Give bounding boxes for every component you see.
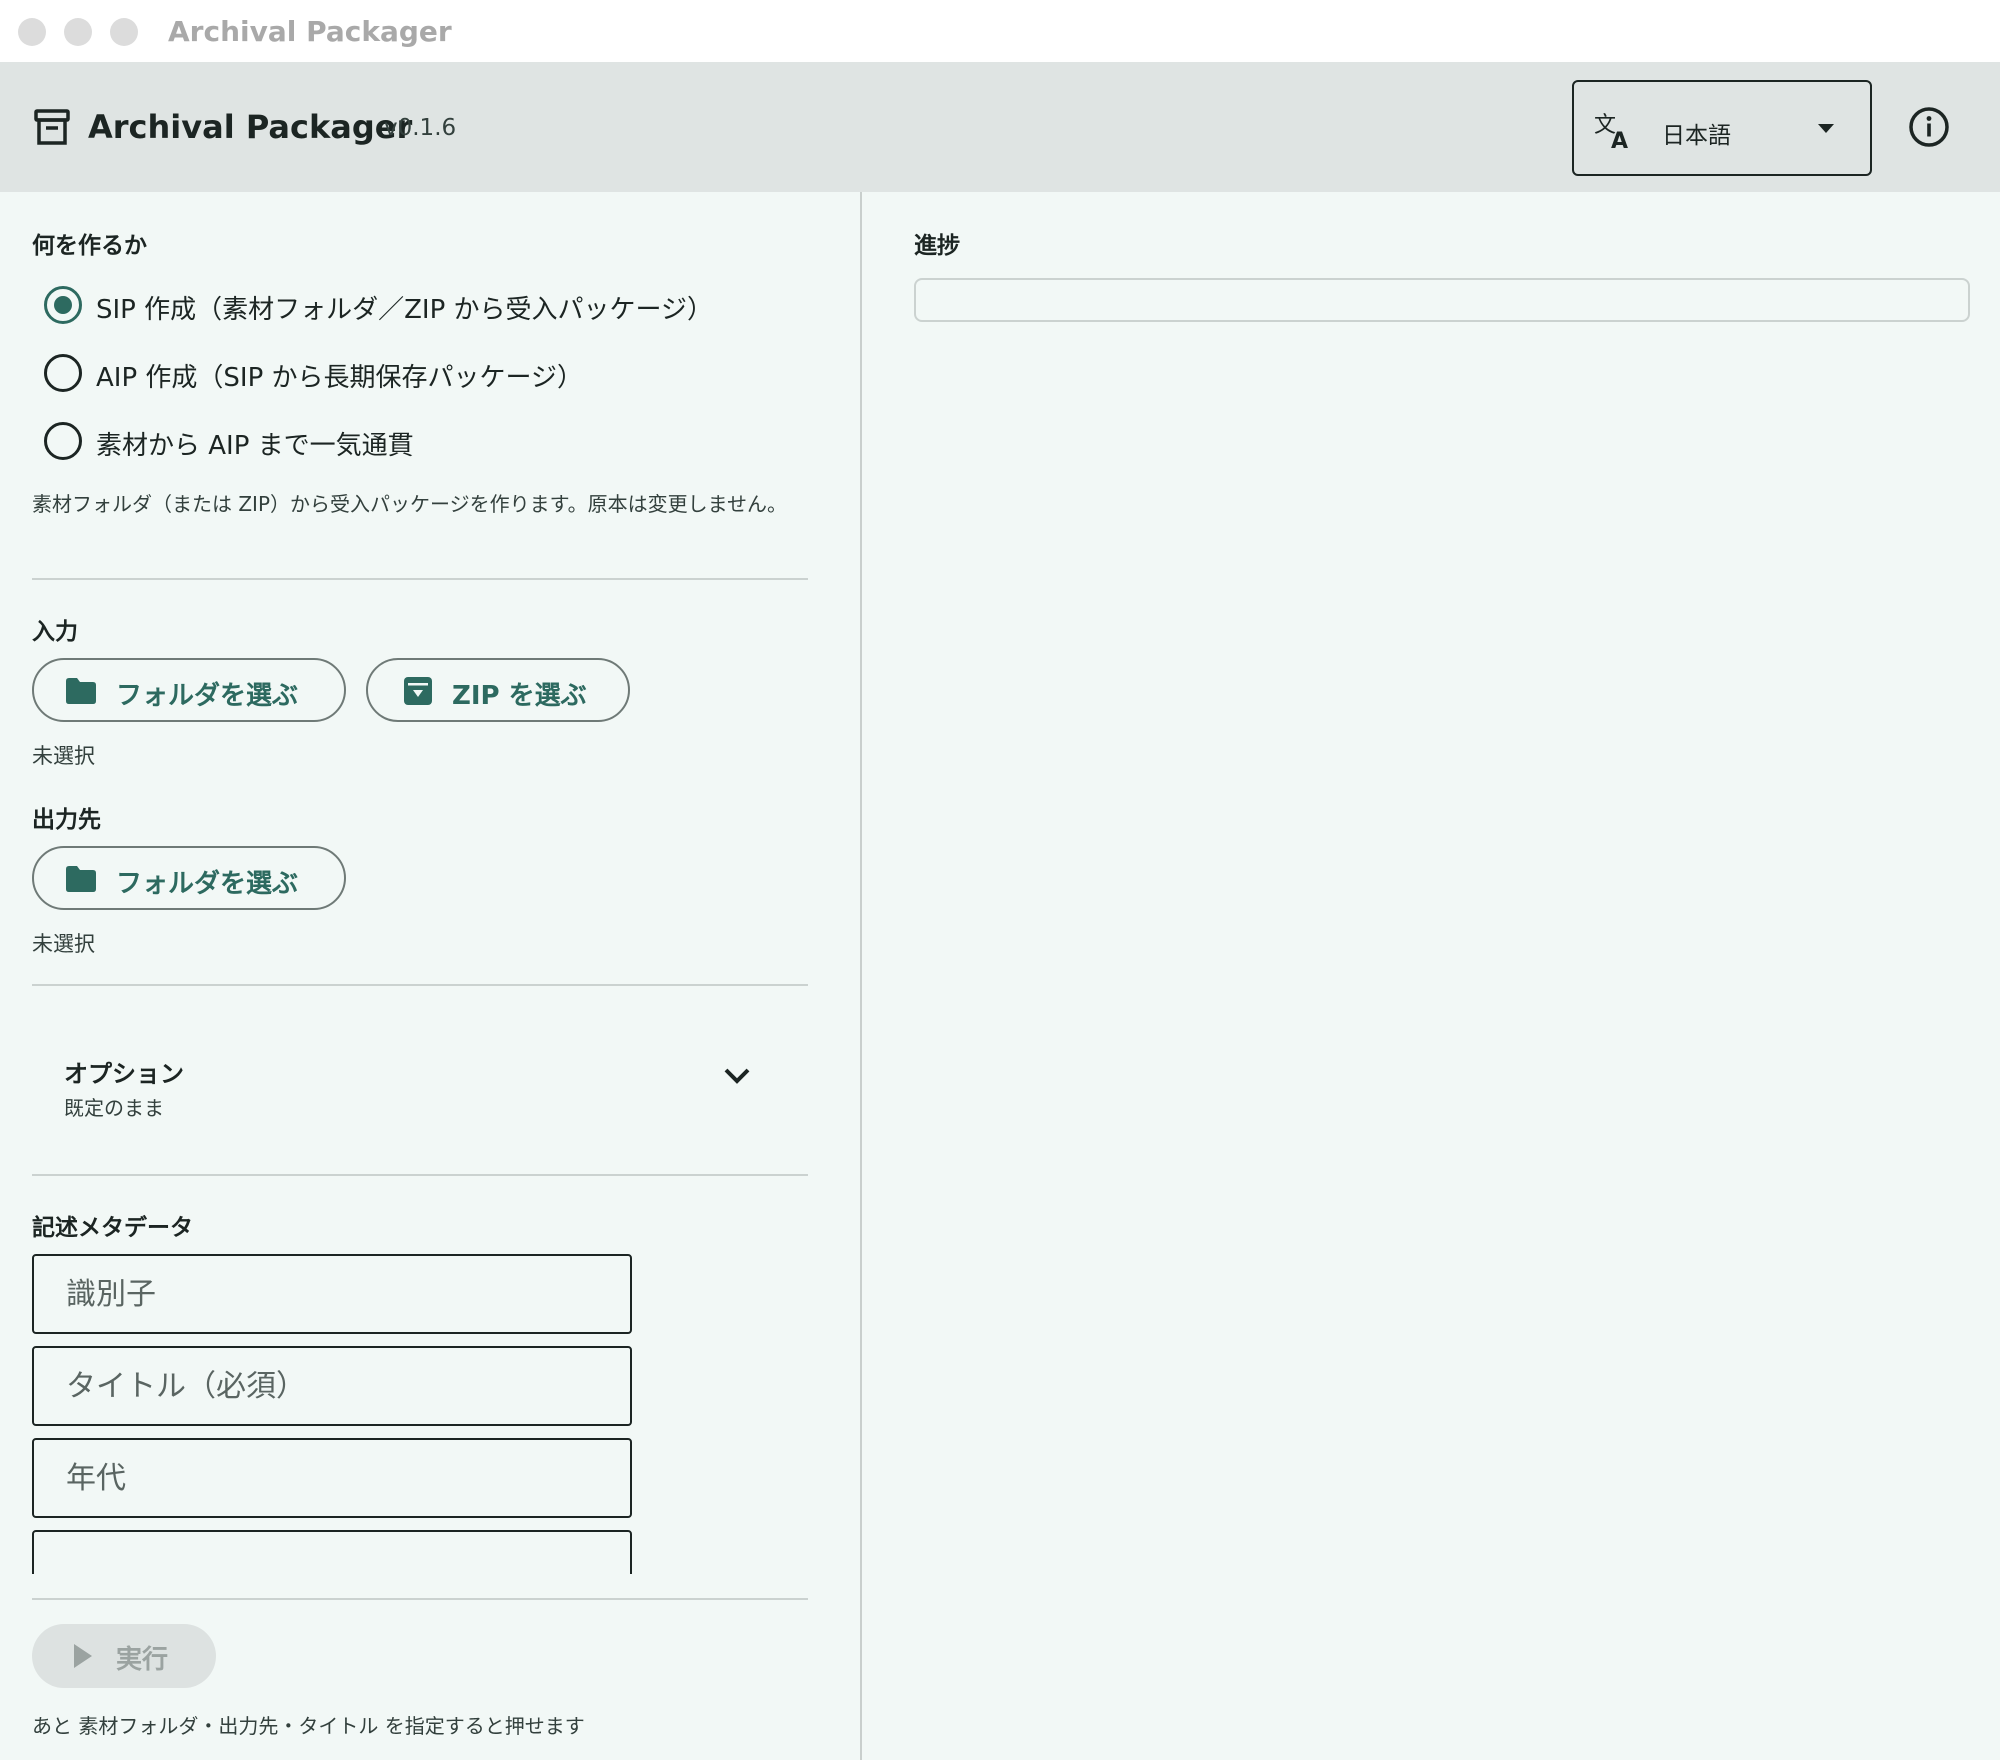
folder-icon xyxy=(66,866,96,892)
section-divider xyxy=(32,578,808,580)
progress-bar xyxy=(914,278,1970,322)
run-button[interactable]: 実行 xyxy=(32,1624,216,1688)
input-heading: 入力 xyxy=(32,619,78,645)
options-title: オプション xyxy=(64,1060,184,1088)
run-label: 実行 xyxy=(116,1645,169,1675)
metadata-fields-scroll[interactable] xyxy=(0,1252,860,1574)
output-folder-button[interactable]: フォルダを選ぶ xyxy=(32,846,346,910)
radio-unchecked-icon[interactable] xyxy=(44,422,82,460)
output-heading: 出力先 xyxy=(32,807,101,833)
metadata-input[interactable] xyxy=(34,1532,630,1574)
mode-option-label: 素材から AIP まで一気通貫 xyxy=(96,431,414,461)
output-folder-label: フォルダを選ぶ xyxy=(116,869,299,899)
input-folder-button[interactable]: フォルダを選ぶ xyxy=(32,658,346,722)
date-input[interactable] xyxy=(34,1440,630,1516)
settings-panel: 何を作るか SIP 作成（素材フォルダ／ZIP から受入パッケージ） AIP 作… xyxy=(0,192,860,1760)
language-select[interactable]: 文 A 日本語 xyxy=(1572,80,1872,176)
title-input[interactable] xyxy=(34,1348,630,1424)
archive-box-icon xyxy=(34,109,70,145)
dropdown-arrow-icon xyxy=(1818,124,1834,133)
progress-panel: 進捗 xyxy=(862,192,2000,1760)
mode-heading: 何を作るか xyxy=(32,233,147,259)
chevron-down-icon[interactable] xyxy=(722,1066,752,1086)
minimize-window-button[interactable] xyxy=(64,18,92,46)
section-divider xyxy=(32,984,808,986)
mode-option-label: AIP 作成（SIP から長期保存パッケージ） xyxy=(96,363,583,393)
close-window-button[interactable] xyxy=(18,18,46,46)
input-folder-label: フォルダを選ぶ xyxy=(116,681,299,711)
app-name: Archival Packager xyxy=(88,108,413,146)
archive-zip-icon xyxy=(404,677,432,705)
info-icon[interactable] xyxy=(1908,106,1950,148)
radio-unchecked-icon[interactable] xyxy=(44,354,82,392)
metadata-field[interactable] xyxy=(32,1530,632,1574)
section-divider xyxy=(32,1598,808,1600)
svg-text:A: A xyxy=(1611,129,1628,150)
translate-icon: 文 A xyxy=(1594,113,1628,150)
window-title: Archival Packager xyxy=(168,15,452,48)
identifier-input[interactable] xyxy=(34,1256,630,1332)
identifier-field[interactable] xyxy=(32,1254,632,1334)
date-field[interactable] xyxy=(32,1438,632,1518)
input-zip-button[interactable]: ZIP を選ぶ xyxy=(366,658,630,722)
mode-description: 素材フォルダ（または ZIP）から受入パッケージを作ります。原本は変更しません。 xyxy=(32,492,788,516)
folder-icon xyxy=(66,678,96,704)
radio-checked-icon[interactable] xyxy=(44,286,82,324)
progress-heading: 進捗 xyxy=(914,233,960,259)
run-hint: あと 素材フォルダ・出力先・タイトル を指定すると押せます xyxy=(32,1714,585,1738)
window-titlebar: Archival Packager xyxy=(0,0,2000,62)
app-header: Archival Packager v0.1.6 文 A 日本語 xyxy=(0,62,2000,192)
zoom-window-button[interactable] xyxy=(110,18,138,46)
app-version: v0.1.6 xyxy=(384,115,457,141)
options-subtitle: 既定のまま xyxy=(64,1096,164,1120)
language-selected-value: 日本語 xyxy=(1662,123,1731,149)
section-divider xyxy=(32,1174,808,1176)
input-status: 未選択 xyxy=(32,744,95,768)
mode-option-label: SIP 作成（素材フォルダ／ZIP から受入パッケージ） xyxy=(96,295,714,325)
metadata-heading: 記述メタデータ xyxy=(32,1215,193,1241)
input-zip-label: ZIP を選ぶ xyxy=(452,681,587,711)
output-status: 未選択 xyxy=(32,932,95,956)
title-field[interactable] xyxy=(32,1346,632,1426)
play-icon xyxy=(74,1644,92,1668)
